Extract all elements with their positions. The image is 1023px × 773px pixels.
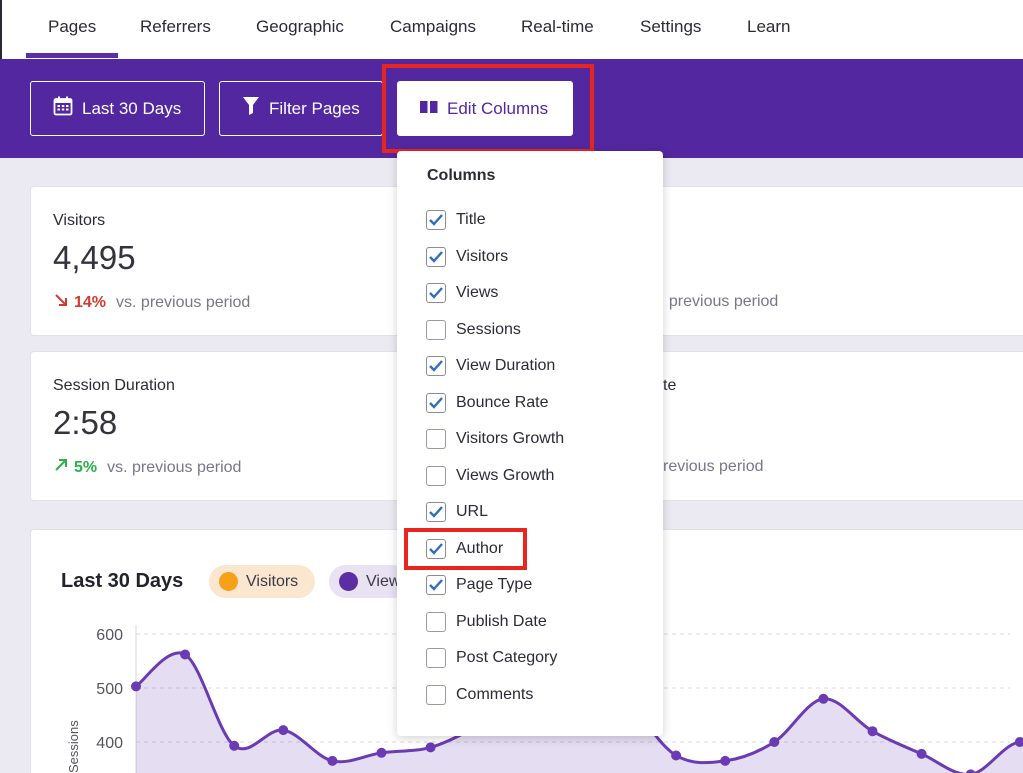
views-data-point	[229, 740, 240, 751]
views-data-point	[180, 649, 191, 660]
checkbox-checked-icon[interactable]	[426, 283, 446, 303]
views-data-point	[867, 726, 878, 737]
views-data-point	[671, 750, 682, 761]
checkbox-checked-icon[interactable]	[426, 538, 446, 559]
column-option-label: URL	[456, 503, 489, 520]
column-option-visitors[interactable]: Visitors	[426, 246, 509, 267]
views-data-point	[965, 769, 976, 773]
column-option-label: Post Category	[456, 649, 558, 666]
y-tick-label: 500	[96, 681, 123, 698]
checkbox-unchecked-icon[interactable]	[426, 648, 446, 668]
column-option-label: Page Type	[456, 576, 533, 593]
checkbox-checked-icon[interactable]	[426, 210, 446, 230]
column-option-label: View Duration	[456, 357, 556, 374]
column-option-publish-date[interactable]: Publish Date	[426, 611, 547, 632]
column-option-url[interactable]: URL	[426, 502, 488, 522]
y-axis-label: Sessions	[66, 720, 81, 773]
y-tick-label: 400	[96, 735, 123, 752]
column-option-view-duration[interactable]: View Duration	[426, 356, 555, 376]
checkbox-unchecked-icon[interactable]	[426, 465, 446, 486]
views-data-point	[327, 755, 338, 766]
columns-dropdown-title: Columns	[427, 167, 496, 184]
column-option-title[interactable]: Title	[426, 210, 486, 230]
column-option-label: Author	[456, 539, 504, 557]
views-data-point	[376, 747, 387, 758]
column-option-bounce-rate[interactable]: Bounce Rate	[426, 392, 549, 413]
views-data-point	[425, 742, 436, 753]
column-option-sessions[interactable]: Sessions	[426, 319, 521, 340]
checkbox-checked-icon[interactable]	[426, 575, 446, 595]
checkbox-unchecked-icon[interactable]	[426, 319, 446, 340]
views-data-point	[278, 725, 289, 736]
checkbox-unchecked-icon[interactable]	[426, 684, 446, 705]
column-option-label: Visitors	[456, 247, 509, 265]
column-option-label: Title	[456, 211, 486, 228]
column-option-views[interactable]: Views	[426, 283, 498, 303]
column-option-label: Comments	[456, 685, 534, 703]
column-option-author[interactable]: Author	[426, 538, 504, 559]
column-option-label: Visitors Growth	[456, 430, 565, 447]
views-data-point	[769, 737, 780, 747]
y-tick-label: 600	[96, 627, 123, 644]
views-data-point	[720, 755, 731, 766]
checkbox-checked-icon[interactable]	[426, 246, 446, 267]
column-option-label: Views	[456, 284, 499, 301]
column-option-label: Bounce Rate	[456, 393, 549, 411]
views-data-point	[916, 748, 927, 759]
checkbox-checked-icon[interactable]	[426, 502, 446, 522]
column-option-page-type[interactable]: Page Type	[426, 575, 532, 595]
column-option-post-category[interactable]: Post Category	[426, 648, 557, 668]
column-option-comments[interactable]: Comments	[426, 684, 534, 705]
column-option-label: Views Growth	[456, 466, 555, 484]
column-option-label: Sessions	[456, 320, 521, 338]
checkbox-checked-icon[interactable]	[426, 392, 446, 413]
views-data-point	[818, 693, 829, 704]
column-option-label: Publish Date	[456, 612, 547, 630]
checkbox-checked-icon[interactable]	[426, 356, 446, 376]
column-option-visitors-growth[interactable]: Visitors Growth	[426, 429, 564, 449]
column-option-views-growth[interactable]: Views Growth	[426, 465, 555, 486]
checkbox-unchecked-icon[interactable]	[426, 611, 446, 632]
views-data-point	[131, 681, 141, 692]
checkbox-unchecked-icon[interactable]	[426, 429, 446, 449]
